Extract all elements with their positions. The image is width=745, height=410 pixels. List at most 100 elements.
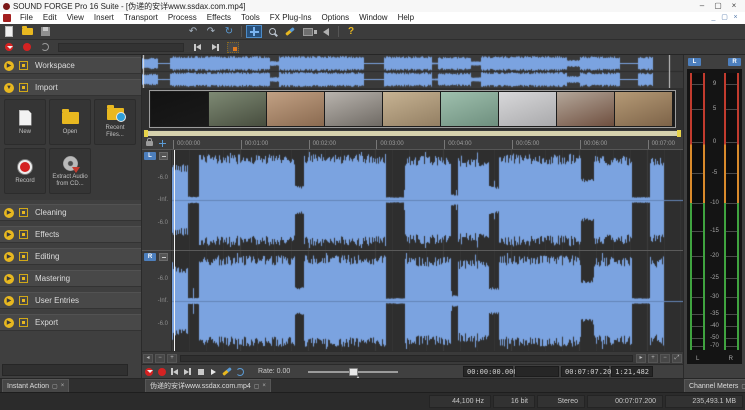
record-special-button[interactable]: [1, 41, 17, 54]
right-channel-waveform[interactable]: [172, 251, 683, 351]
zoom-out-time-button[interactable]: −: [155, 354, 165, 363]
undo-button[interactable]: ↶: [185, 25, 201, 38]
zoom-fit-button[interactable]: ⤢: [672, 354, 682, 363]
rate-slider[interactable]: [308, 366, 398, 378]
scrollbar-track[interactable]: [180, 355, 633, 362]
go-to-start-button[interactable]: [169, 366, 181, 378]
selection-end-display[interactable]: 00:07:07.200: [561, 366, 609, 377]
record-button[interactable]: [19, 41, 35, 54]
play-button[interactable]: [208, 366, 220, 378]
magnify-tool-button[interactable]: [264, 25, 280, 38]
minimize-button[interactable]: –: [694, 0, 710, 12]
new-tile[interactable]: New: [4, 99, 46, 145]
channel-meters-tab[interactable]: Channel Meters ▢: [684, 379, 745, 392]
menu-item-transport[interactable]: Transport: [119, 12, 163, 24]
record-special-button[interactable]: [143, 366, 155, 378]
open-tile[interactable]: Open: [49, 99, 91, 145]
sidebar-section-mastering[interactable]: ▶ Mastering: [0, 270, 141, 287]
close-button[interactable]: ×: [726, 0, 742, 12]
new-file-button[interactable]: [1, 25, 17, 38]
meter-left-badge[interactable]: L: [688, 58, 701, 66]
recent-files-tile[interactable]: Recent Files...: [94, 99, 136, 145]
go-to-end-button[interactable]: [182, 366, 194, 378]
doc-restore-button[interactable]: ▢: [719, 12, 730, 24]
sidebar-section-import[interactable]: ▼ Import: [0, 79, 141, 96]
go-to-start-button[interactable]: [189, 41, 205, 54]
stop-button[interactable]: [195, 366, 207, 378]
doc-minimize-button[interactable]: _: [708, 12, 719, 24]
menu-item-fx-plug-ins[interactable]: FX Plug-Ins: [265, 12, 317, 24]
close-icon[interactable]: ×: [262, 383, 266, 389]
minimize-channel-button[interactable]: [159, 152, 168, 160]
repeat-button[interactable]: ↻: [221, 25, 237, 38]
menu-item-view[interactable]: View: [62, 12, 89, 24]
menu-item-window[interactable]: Window: [354, 12, 392, 24]
speaker-icon: [323, 28, 329, 36]
tab-label: Instant Action: [7, 383, 49, 390]
selection-start-display[interactable]: [515, 366, 559, 377]
maximize-button[interactable]: ▢: [710, 0, 726, 12]
loop-region[interactable]: [144, 131, 681, 136]
save-icon: [41, 27, 50, 36]
edit-tool-button[interactable]: [246, 25, 262, 38]
doc-close-button[interactable]: ×: [730, 12, 741, 24]
menu-item-file[interactable]: File: [15, 12, 38, 24]
float-window-icon[interactable]: ▢: [52, 383, 58, 390]
rate-slider-handle[interactable]: [349, 368, 358, 376]
sidebar-section-editing[interactable]: ▶ Editing: [0, 248, 141, 265]
loop-start-handle[interactable]: [144, 130, 148, 137]
db-label: -6.0: [158, 220, 168, 226]
overview-waveform[interactable]: [142, 55, 683, 88]
zoom-in-time-button[interactable]: +: [167, 354, 177, 363]
menu-item-options[interactable]: Options: [317, 12, 355, 24]
selection-length-display[interactable]: 1:21,482: [611, 366, 653, 377]
sidebar-section-export[interactable]: ▶ Export: [0, 314, 141, 331]
playhead-cursor[interactable]: [174, 150, 175, 351]
record-tile[interactable]: Record: [4, 148, 46, 194]
zoom-out-button[interactable]: −: [660, 354, 670, 363]
menu-item-effects[interactable]: Effects: [202, 12, 236, 24]
menu-item-insert[interactable]: Insert: [89, 12, 119, 24]
menu-item-tools[interactable]: Tools: [236, 12, 265, 24]
record-button[interactable]: [156, 366, 168, 378]
float-window-icon[interactable]: ▢: [254, 383, 260, 390]
menu-item-edit[interactable]: Edit: [38, 12, 62, 24]
instant-action-tab[interactable]: Instant Action ▢ ×: [2, 379, 69, 392]
loop-playback-button[interactable]: [234, 366, 246, 378]
audio-event-button[interactable]: [318, 25, 334, 38]
sidebar-section-cleaning[interactable]: ▶ Cleaning: [0, 204, 141, 221]
video-strip[interactable]: [142, 88, 683, 130]
save-button[interactable]: [37, 25, 53, 38]
minimize-channel-button[interactable]: [159, 253, 168, 261]
extract-audio-tile[interactable]: Extract Audio from CD...: [49, 148, 91, 194]
close-icon[interactable]: ×: [61, 383, 65, 389]
sidebar-section-workspace[interactable]: ▶ Workspace: [0, 57, 141, 74]
sidebar-section-effects[interactable]: ▶ Effects: [0, 226, 141, 243]
loop-end-handle[interactable]: [677, 130, 681, 137]
data-window: 00:00:0000:01:0000:02:0000:03:0000:04:00…: [142, 55, 683, 378]
redo-button[interactable]: ↷: [203, 25, 219, 38]
pencil-tool-button[interactable]: [282, 25, 298, 38]
free-space-cell: 235,493.1 MB: [665, 395, 743, 408]
go-to-end-button[interactable]: [207, 41, 223, 54]
menu-item-process[interactable]: Process: [163, 12, 202, 24]
event-tool-button[interactable]: [225, 41, 241, 54]
play-as-sample-button[interactable]: [221, 366, 233, 378]
left-channel-badge[interactable]: L: [144, 152, 156, 160]
loop-playback-button[interactable]: [37, 41, 53, 54]
scroll-right-button[interactable]: ▸: [636, 354, 646, 363]
meter-right-badge[interactable]: R: [728, 58, 741, 66]
menu-item-help[interactable]: Help: [393, 12, 419, 24]
timeline-ruler[interactable]: 00:00:0000:01:0000:02:0000:03:0000:04:00…: [142, 137, 683, 150]
loop-region-bar[interactable]: [142, 130, 683, 137]
help-button[interactable]: ?: [343, 25, 359, 38]
left-channel-waveform[interactable]: [172, 150, 683, 250]
open-file-button[interactable]: [19, 25, 35, 38]
zoom-in-button[interactable]: +: [648, 354, 658, 363]
float-window-icon[interactable]: ▢: [741, 383, 745, 390]
cursor-position-display[interactable]: 00:00:00.000: [463, 366, 513, 377]
right-channel-badge[interactable]: R: [144, 253, 156, 261]
sidebar-section-user-entries[interactable]: ▶ User Entries: [0, 292, 141, 309]
document-tab[interactable]: 伪递的安详www.ssdax.com.mp4 ▢ ×: [145, 379, 271, 392]
scroll-left-button[interactable]: ◂: [143, 354, 153, 363]
